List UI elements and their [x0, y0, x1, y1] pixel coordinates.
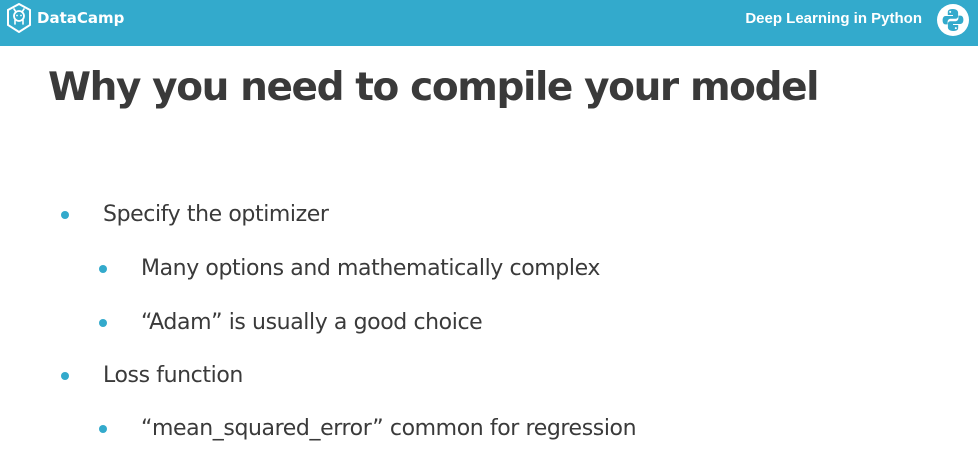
app-header: DataCamp Deep Learning in Python — [0, 0, 978, 46]
bullet-dot-icon — [61, 372, 69, 380]
bullet-dot-icon — [99, 319, 107, 327]
bullet-dot-icon — [61, 211, 69, 219]
course-title: Deep Learning in Python — [745, 10, 922, 27]
bullet-text: Specify the optimizer — [103, 202, 329, 227]
datacamp-logo-icon — [7, 3, 31, 33]
bullet-dot-icon — [99, 425, 107, 433]
slide-title: Why you need to compile your model — [48, 65, 820, 110]
bullet-text: “Adam” is usually a good choice — [141, 310, 483, 335]
datacamp-logo-text: DataCamp — [37, 9, 125, 27]
datacamp-logo[interactable]: DataCamp — [6, 3, 124, 33]
bullet-text: Many options and mathematically complex — [141, 256, 600, 281]
python-logo-icon — [942, 9, 964, 31]
bullet-text: “mean_squared_error” common for regressi… — [141, 416, 637, 441]
python-badge — [937, 4, 969, 36]
bullet-dot-icon — [99, 265, 107, 273]
bullet-text: Loss function — [103, 363, 243, 388]
